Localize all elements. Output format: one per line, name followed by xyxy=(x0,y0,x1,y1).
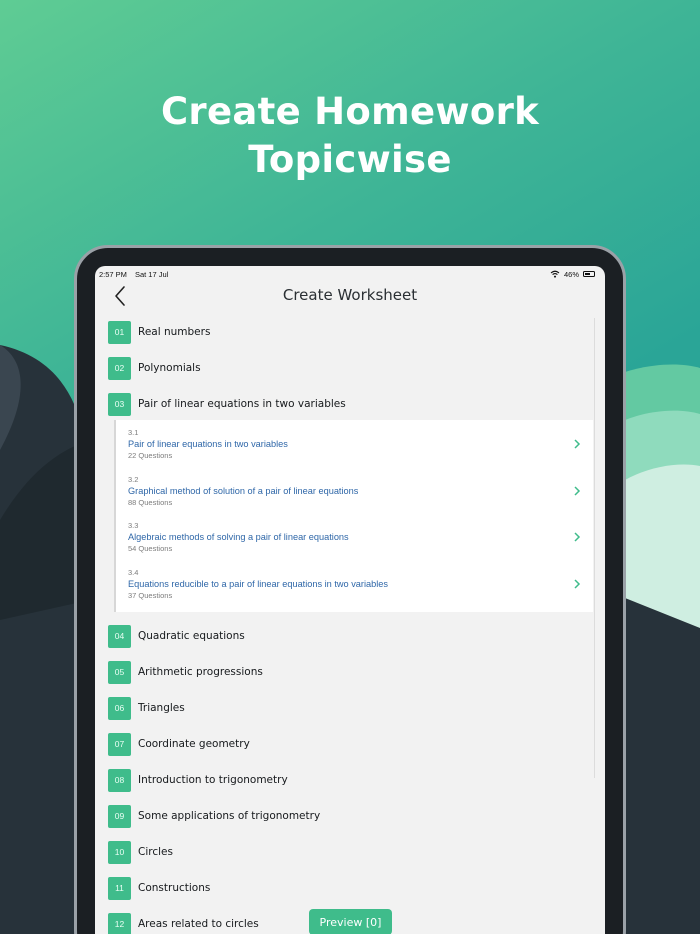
chapter-row[interactable]: 02 Polynomials xyxy=(108,356,593,380)
chapter-title: Quadratic equations xyxy=(138,630,245,642)
subtopic-question-count: 54 Questions xyxy=(128,544,173,553)
subtopic-question-count: 37 Questions xyxy=(128,591,173,600)
chapter-row[interactable]: 05 Arithmetic progressions xyxy=(108,660,593,684)
chapter-number-badge: 06 xyxy=(108,696,131,720)
subtopic-number: 3.4 xyxy=(128,568,139,577)
status-date: Sat 17 Jul xyxy=(134,269,169,279)
chapter-number-badge: 02 xyxy=(108,356,131,380)
chapter-number-badge: 10 xyxy=(108,840,131,864)
subtopic-title: Algebraic methods of solving a pair of l… xyxy=(128,532,349,542)
headline: Create Homework Topicwise xyxy=(0,88,700,184)
subtopic-row[interactable]: 3.3 Algebraic methods of solving a pair … xyxy=(116,521,593,565)
chapter-title: Real numbers xyxy=(138,326,211,338)
status-time: 2:57 PM xyxy=(99,269,127,279)
chapter-title: Areas related to circles xyxy=(138,918,259,930)
subtopic-title: Equations reducible to a pair of linear … xyxy=(128,579,388,589)
chapter-number-badge: 09 xyxy=(108,804,131,828)
chapter-row[interactable]: 09 Some applications of trigonometry xyxy=(108,804,593,828)
chapter-row[interactable]: 06 Triangles xyxy=(108,696,593,720)
chapter-title: Triangles xyxy=(138,702,185,714)
chapter-title: Circles xyxy=(138,846,173,858)
chevron-right-icon xyxy=(574,439,581,449)
subtopic-list: 3.1 Pair of linear equations in two vari… xyxy=(114,420,593,612)
headline-line-2: Topicwise xyxy=(248,138,452,181)
subtopic-title: Pair of linear equations in two variable… xyxy=(128,439,288,449)
chapter-number-badge: 12 xyxy=(108,912,131,934)
chapter-title: Coordinate geometry xyxy=(138,738,250,750)
chapter-number-badge: 08 xyxy=(108,768,131,792)
status-bar: 2:57 PM Sat 17 Jul 46% xyxy=(99,268,595,280)
chapter-title: Constructions xyxy=(138,882,211,894)
chapter-row[interactable]: 10 Circles xyxy=(108,840,593,864)
chapter-title: Some applications of trigonometry xyxy=(138,810,321,822)
subtopic-title: Graphical method of solution of a pair o… xyxy=(128,486,359,496)
subtopic-number: 3.2 xyxy=(128,475,139,484)
chapter-title: Arithmetic progressions xyxy=(138,666,263,678)
battery-icon xyxy=(583,271,595,277)
subtopic-number: 3.3 xyxy=(128,521,139,530)
subtopic-question-count: 22 Questions xyxy=(128,451,173,460)
headline-line-1: Create Homework xyxy=(160,90,540,133)
preview-button[interactable]: Preview [0] xyxy=(309,909,392,934)
subtopic-row[interactable]: 3.4 Equations reducible to a pair of lin… xyxy=(116,568,593,612)
chapter-row[interactable]: 11 Constructions xyxy=(108,876,593,900)
chevron-right-icon xyxy=(574,579,581,589)
chevron-right-icon xyxy=(574,532,581,542)
chapter-number-badge: 01 xyxy=(108,320,131,344)
chapter-row[interactable]: 04 Quadratic equations xyxy=(108,624,593,648)
chapter-title: Introduction to trigonometry xyxy=(138,774,288,786)
nav-bar: Create Worksheet xyxy=(95,280,605,310)
battery-percent: 46% xyxy=(563,269,579,279)
chapter-row[interactable]: 03 Pair of linear equations in two varia… xyxy=(108,392,593,416)
chapter-row[interactable]: 08 Introduction to trigonometry xyxy=(108,768,593,792)
chapter-title: Polynomials xyxy=(138,362,201,374)
chapter-number-badge: 04 xyxy=(108,624,131,648)
chapter-number-badge: 11 xyxy=(108,876,131,900)
chapter-number-badge: 05 xyxy=(108,660,131,684)
scroll-indicator xyxy=(594,318,595,778)
wifi-icon xyxy=(550,270,560,278)
subtopic-row[interactable]: 3.1 Pair of linear equations in two vari… xyxy=(116,428,593,472)
chapter-row[interactable]: 07 Coordinate geometry xyxy=(108,732,593,756)
page-title: Create Worksheet xyxy=(282,286,418,304)
chapter-number-badge: 03 xyxy=(108,392,131,416)
tablet-screen: 2:57 PM Sat 17 Jul 46% Create Worksheet … xyxy=(95,266,605,934)
chapter-row[interactable]: 01 Real numbers xyxy=(108,320,593,344)
chapter-title: Pair of linear equations in two variable… xyxy=(138,398,346,410)
subtopic-question-count: 88 Questions xyxy=(128,498,173,507)
subtopic-number: 3.1 xyxy=(128,428,139,437)
chapter-number-badge: 07 xyxy=(108,732,131,756)
chevron-right-icon xyxy=(574,486,581,496)
subtopic-row[interactable]: 3.2 Graphical method of solution of a pa… xyxy=(116,475,593,519)
